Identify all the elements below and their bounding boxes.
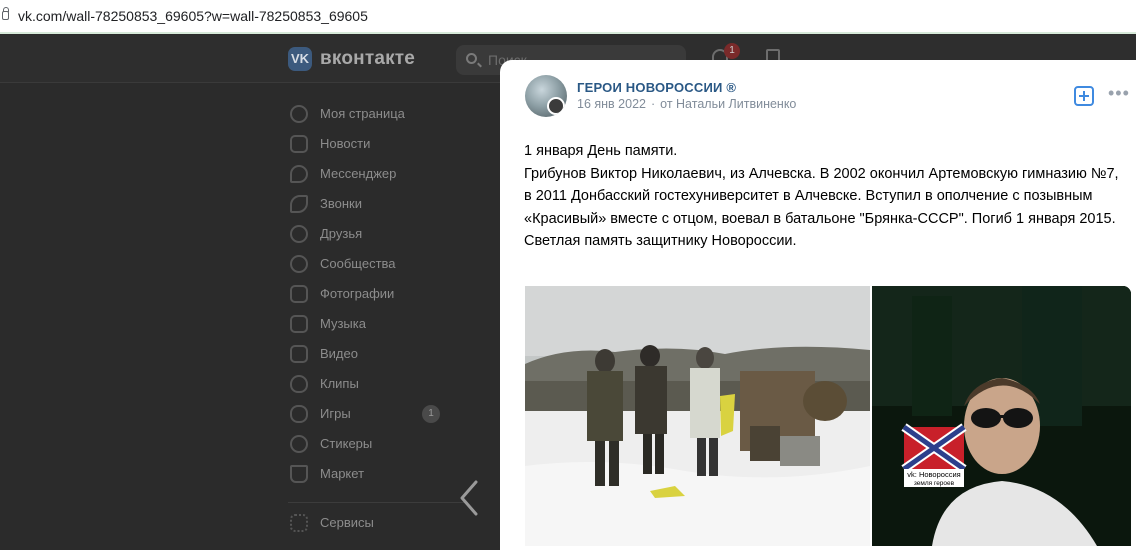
- sidebar-item-label: Игры: [320, 406, 351, 421]
- friends-icon: [290, 225, 308, 243]
- post-text-line: 1 января День памяти.: [524, 143, 678, 159]
- post-text: 1 января День памяти. Грибунов Виктор Ни…: [524, 140, 1124, 253]
- services-icon: [290, 514, 308, 532]
- photo-1-illustration: [525, 286, 870, 546]
- news-icon: [290, 135, 308, 153]
- clips-icon: [290, 375, 308, 393]
- message-icon: [290, 165, 308, 183]
- phone-icon: [290, 195, 308, 213]
- sidebar-item-label: Звонки: [320, 196, 362, 211]
- notifications-badge: 1: [724, 43, 740, 59]
- sidebar-item-music[interactable]: Музыка: [288, 312, 488, 336]
- post-text-line: Грибунов Виктор Николаевич, из Алчевска.…: [524, 165, 1119, 227]
- sidebar-item-photos[interactable]: Фотографии: [288, 282, 488, 306]
- chevron-left-icon[interactable]: [458, 480, 480, 516]
- sidebar-item-label: Друзья: [320, 226, 363, 241]
- meta-separator: ·: [650, 97, 656, 111]
- video-icon: [290, 345, 308, 363]
- photo-caption-line-2: земля героев: [914, 480, 955, 487]
- music-icon: [290, 315, 308, 333]
- sidebar-item-label: Видео: [320, 346, 358, 361]
- sidebar-item-label: Музыка: [320, 316, 366, 331]
- add-plus-icon[interactable]: [1074, 86, 1094, 106]
- sidebar-item-my-page[interactable]: Моя страница: [288, 102, 488, 126]
- sidebar-divider: [288, 502, 468, 503]
- sidebar-item-messenger[interactable]: Мессенджер: [288, 162, 488, 186]
- sidebar-item-clips[interactable]: Клипы: [288, 372, 488, 396]
- post-meta: 16 янв 2022 · от Натальи Литвиненко: [577, 97, 796, 111]
- smile-icon: [290, 435, 308, 453]
- sidebar-item-label: Новости: [320, 136, 371, 151]
- url-text[interactable]: vk.com/wall-78250853_69605?w=wall-782508…: [18, 8, 368, 24]
- lock-icon: [2, 7, 9, 20]
- sidebar-item-label: Мессенджер: [320, 166, 397, 181]
- sidebar-item-label: Сервисы: [320, 515, 374, 530]
- sidebar-item-label: Сообщества: [320, 256, 396, 271]
- games-badge: 1: [422, 405, 440, 423]
- sidebar-item-games[interactable]: Игры 1: [288, 402, 488, 426]
- sidebar-item-stickers[interactable]: Стикеры: [288, 432, 488, 456]
- browser-url-bar[interactable]: vk.com/wall-78250853_69605?w=wall-782508…: [0, 0, 1136, 34]
- sidebar-item-label: Моя страница: [320, 106, 405, 121]
- market-icon: [290, 465, 308, 483]
- games-icon: [290, 405, 308, 423]
- photo-2-illustration: vk: Новороссия земля героев: [872, 286, 1131, 546]
- sidebar-item-news[interactable]: Новости: [288, 132, 488, 156]
- vk-brand-name[interactable]: вконтакте: [320, 48, 415, 70]
- post-modal: ГЕРОИ НОВОРОССИИ ® 16 янв 2022 · от Наталь…: [500, 60, 1136, 550]
- post-photo-2[interactable]: vk: Новороссия земля героев: [872, 286, 1131, 546]
- vk-logo-icon[interactable]: VK: [288, 47, 312, 71]
- group-avatar[interactable]: [525, 75, 567, 117]
- sidebar-item-calls[interactable]: Звонки: [288, 192, 488, 216]
- search-icon: [466, 53, 477, 64]
- photo-icon: [290, 285, 308, 303]
- post-author[interactable]: от Натальи Литвиненко: [660, 97, 796, 111]
- sidebar-item-label: Стикеры: [320, 436, 373, 451]
- photo-caption-line-1: vk: Новороссия: [907, 470, 960, 479]
- more-options-icon[interactable]: •••: [1108, 84, 1130, 102]
- sidebar-item-label: Фотографии: [320, 286, 395, 301]
- post-photo-1[interactable]: [525, 286, 870, 546]
- group-name-link[interactable]: ГЕРОИ НОВОРОССИИ ®: [577, 80, 736, 95]
- post-date[interactable]: 16 янв 2022: [577, 97, 646, 111]
- avatar-badge: [547, 97, 565, 115]
- sidebar-item-friends[interactable]: Друзья: [288, 222, 488, 246]
- communities-icon: [290, 255, 308, 273]
- user-circle-icon: [290, 105, 308, 123]
- sidebar-item-label: Клипы: [320, 376, 359, 391]
- sidebar-item-communities[interactable]: Сообщества: [288, 252, 488, 276]
- post-text-line: Светлая память защитнику Новороссии.: [524, 233, 797, 249]
- sidebar-item-label: Маркет: [320, 466, 365, 481]
- sidebar-item-video[interactable]: Видео: [288, 342, 488, 366]
- url-bar-divider: [0, 32, 1136, 34]
